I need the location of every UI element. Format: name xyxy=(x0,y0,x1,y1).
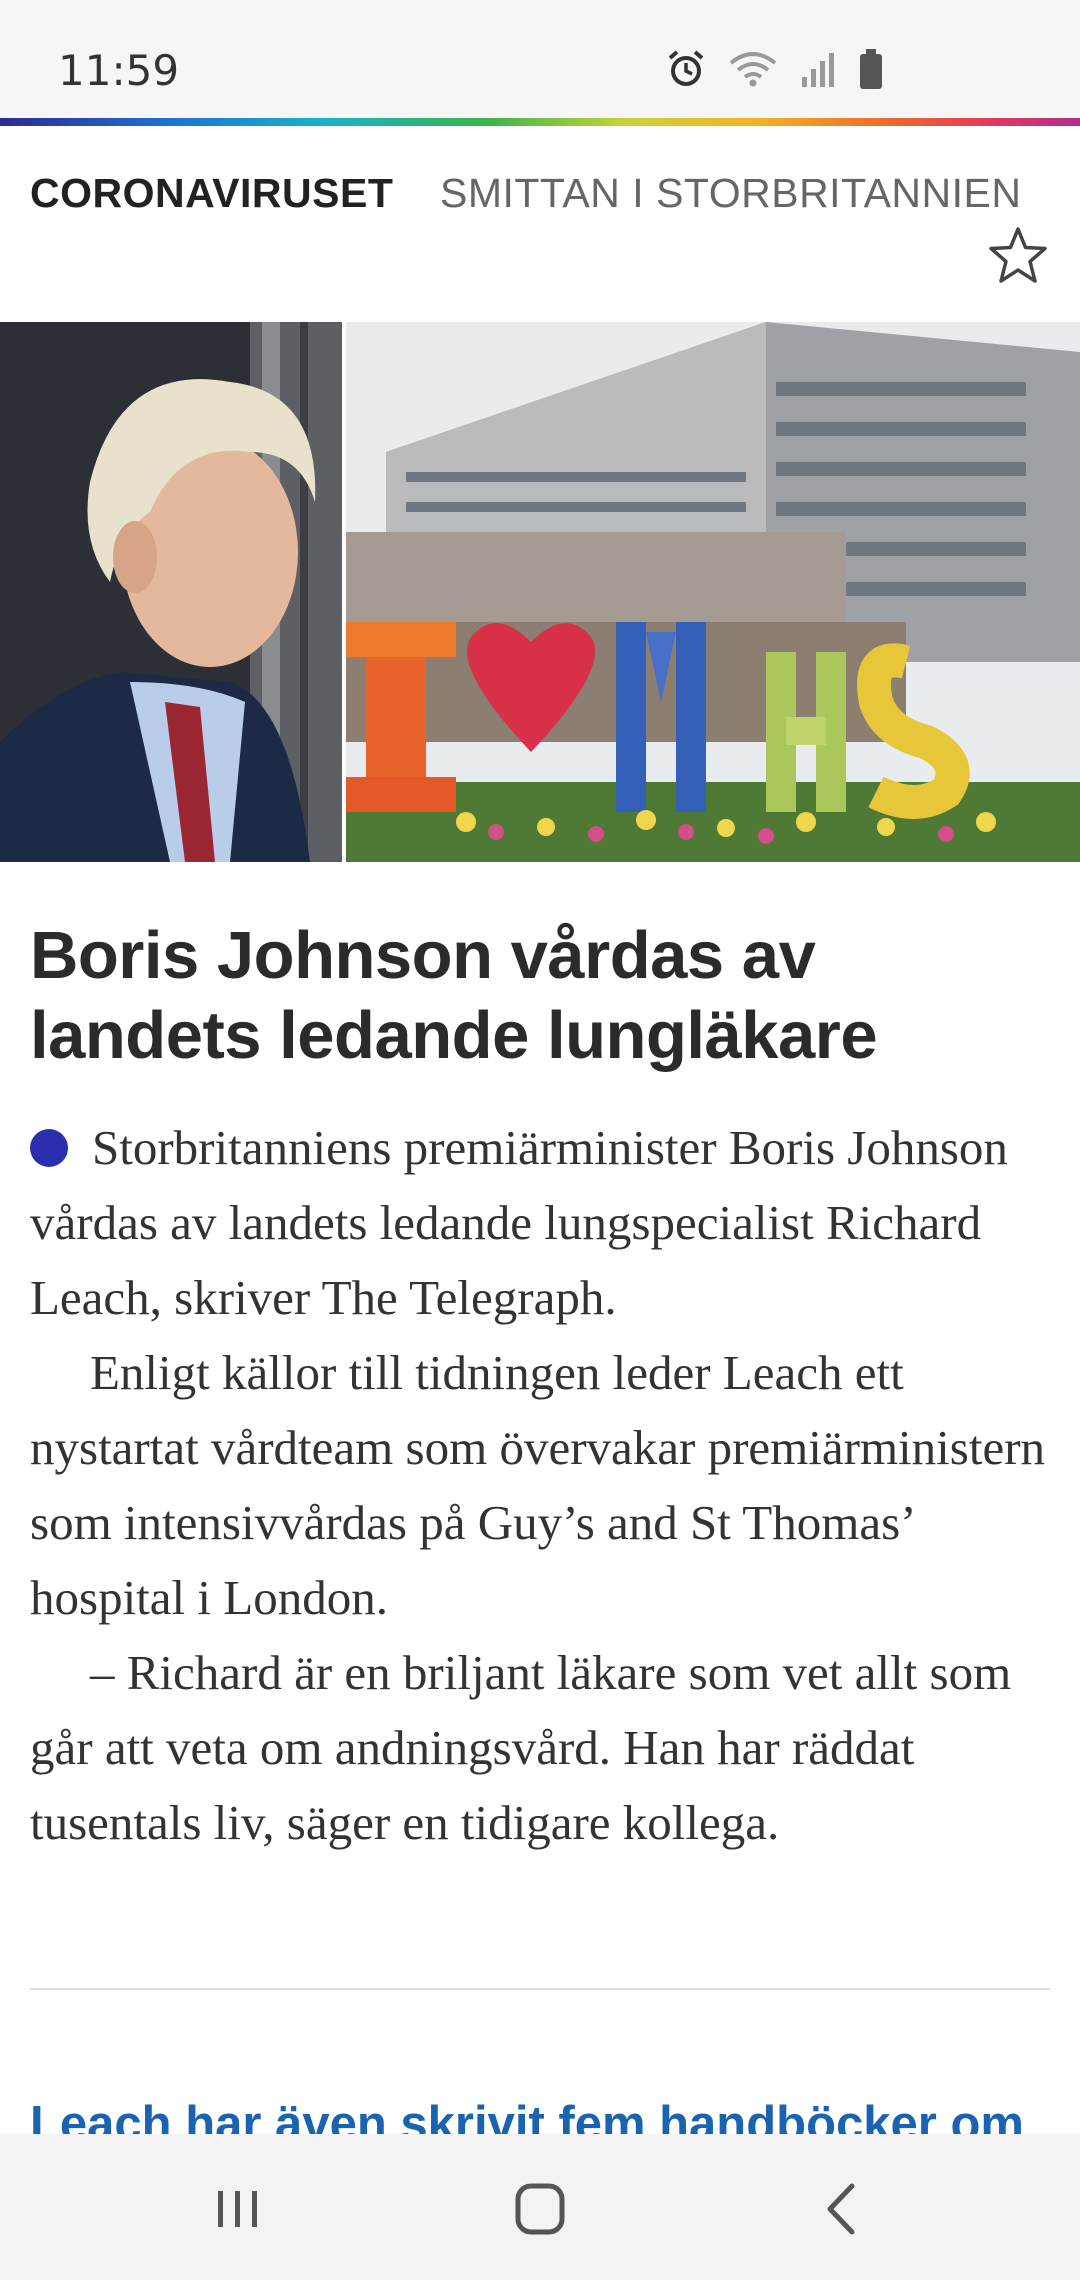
article-divider xyxy=(30,1988,1050,1990)
hero-image[interactable] xyxy=(0,322,1080,862)
paragraph-text: Storbritanniens premiärminister Boris Jo… xyxy=(30,1120,1008,1325)
article-paragraph-1: Storbritanniens premiärminister Boris Jo… xyxy=(30,1110,1060,1335)
star-icon[interactable] xyxy=(986,224,1050,288)
battery-icon xyxy=(858,48,884,90)
section-tag[interactable]: CORONAVIRUSET xyxy=(30,170,393,217)
signal-icon xyxy=(800,49,836,89)
back-icon[interactable] xyxy=(802,2174,882,2244)
article-body: Storbritanniens premiärminister Boris Jo… xyxy=(30,1110,1060,1860)
portrait-photo xyxy=(0,322,342,862)
section-subtitle[interactable]: SMITTAN I STORBRITANNIEN xyxy=(440,170,1021,217)
article-paragraph-2: Enligt källor till tidningen leder Leach… xyxy=(30,1345,1046,1625)
recent-apps-icon[interactable] xyxy=(198,2174,278,2244)
status-bar: 11:59 xyxy=(0,0,1080,120)
section-header: CORONAVIRUSET SMITTAN I STORBRITANNIEN xyxy=(0,126,1080,322)
article-headline: Boris Johnson vårdas av landets ledande … xyxy=(30,918,878,1073)
navigation-bar xyxy=(0,2134,1080,2280)
wifi-icon xyxy=(728,49,778,89)
status-time: 11:59 xyxy=(58,46,180,95)
article-paragraph-3: – Richard är en briljant läkare som vet … xyxy=(30,1645,1012,1850)
article-link[interactable]: Leach har även skrivit fem handböcker om xyxy=(30,2096,1050,2134)
lead-dot-icon xyxy=(30,1129,68,1167)
home-icon[interactable] xyxy=(500,2174,580,2244)
status-icons xyxy=(666,48,884,90)
hospital-photo xyxy=(346,322,1080,862)
rainbow-divider xyxy=(0,118,1080,126)
alarm-icon xyxy=(666,49,706,89)
